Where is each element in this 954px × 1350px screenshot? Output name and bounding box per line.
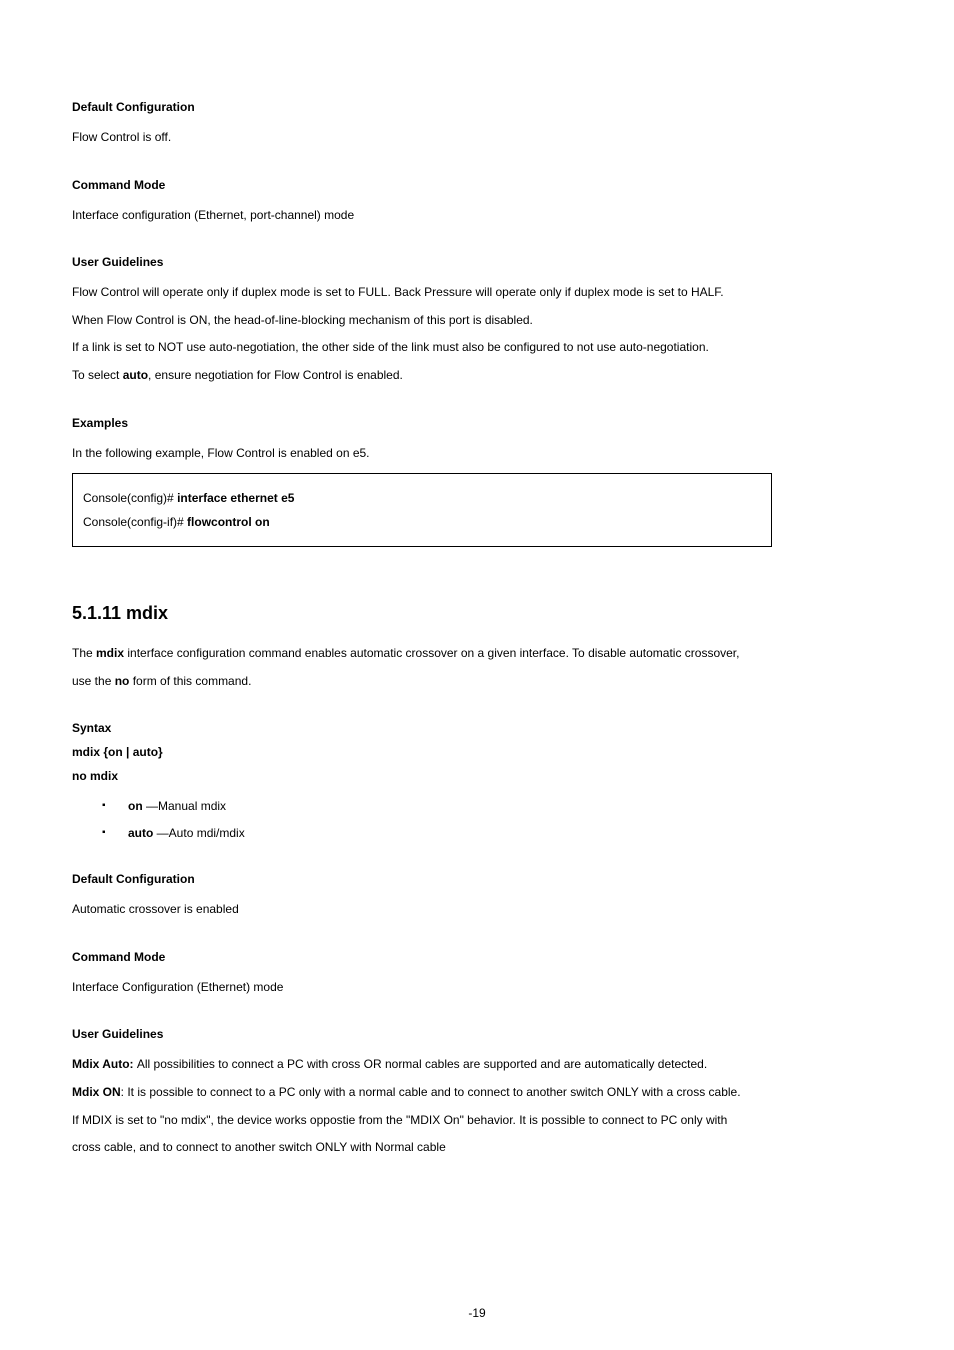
ug2-1: All possibilities to connect a PC with c… (137, 1057, 707, 1071)
ug1-line1: Flow Control will operate only if duplex… (72, 279, 882, 307)
bullet1-text: —Manual mdix (143, 799, 226, 813)
syntax-line-2: no mdix (72, 769, 882, 783)
code2a: Console(config-if)# (83, 515, 187, 529)
heading-command-mode-1: Command Mode (72, 178, 882, 192)
desc1bold: mdix (96, 646, 124, 660)
ug2-2: : It is possible to connect to a PC only… (121, 1085, 741, 1099)
ug1-line2: When Flow Control is ON, the head-of-lin… (72, 307, 882, 335)
desc1a: The (72, 646, 96, 660)
heading-user-guidelines-1: User Guidelines (72, 255, 882, 269)
code-line-1: Console(config)# interface ethernet e5 (83, 486, 761, 510)
ug1-line4: To select auto, ensure negotiation for F… (72, 362, 882, 390)
ug4-a: To select (72, 368, 123, 382)
ug4-b: , ensure negotiation for Flow Control is… (148, 368, 403, 382)
desc-line1: The mdix interface configuration command… (72, 640, 882, 668)
list-item-on: on —Manual mdix (102, 793, 882, 819)
syntax-line-1: mdix {on | auto} (72, 745, 882, 759)
desc-line2: use the no form of this command. (72, 668, 882, 696)
text-flow-off: Flow Control is off. (72, 124, 882, 152)
command-description: The mdix interface configuration command… (72, 640, 882, 695)
user-guidelines-block-1: Flow Control will operate only if duplex… (72, 279, 882, 389)
heading-examples: Examples (72, 416, 882, 430)
bullet2-bold: auto (128, 826, 153, 840)
text-dc2: Automatic crossover is enabled (72, 896, 882, 924)
code2b: flowcontrol on (187, 515, 270, 529)
ug2-line3: If MDIX is set to "no mdix", the device … (72, 1107, 882, 1135)
list-item-auto: auto —Auto mdi/mdix (102, 820, 882, 846)
ug2-line1: Mdix Auto: All possibilities to connect … (72, 1051, 882, 1079)
code1a: Console(config)# (83, 491, 177, 505)
code1b: interface ethernet e5 (177, 491, 294, 505)
bullet1-bold: on (128, 799, 143, 813)
example-intro: In the following example, Flow Control i… (72, 440, 882, 468)
heading-syntax: Syntax (72, 721, 882, 735)
user-guidelines-block-2: Mdix Auto: All possibilities to connect … (72, 1051, 882, 1161)
heading-command-mode-2: Command Mode (72, 950, 882, 964)
bullet2-text: —Auto mdi/mdix (153, 826, 244, 840)
heading-default-config-2: Default Configuration (72, 872, 882, 886)
ug2-line2: Mdix ON: It is possible to connect to a … (72, 1079, 882, 1107)
desc2a: use the (72, 674, 115, 688)
ug2-line4: cross cable, and to connect to another s… (72, 1134, 882, 1162)
desc2bold: no (115, 674, 130, 688)
bullet-list: on —Manual mdix auto —Auto mdi/mdix (102, 793, 882, 846)
code-line-2: Console(config-if)# flowcontrol on (83, 510, 761, 534)
heading-user-guidelines-2: User Guidelines (72, 1027, 882, 1041)
desc1b: interface configuration command enables … (124, 646, 739, 660)
heading-default-config-1: Default Configuration (72, 100, 882, 114)
desc2b: form of this command. (129, 674, 251, 688)
ug1-line3: If a link is set to NOT use auto-negotia… (72, 334, 882, 362)
command-title: 5.1.11 mdix (72, 603, 882, 624)
text-mode-1: Interface configuration (Ethernet, port-… (72, 202, 882, 230)
code-box: Console(config)# interface ethernet e5 C… (72, 473, 772, 547)
page-number: -19 (0, 1306, 954, 1320)
text-mode-2: Interface Configuration (Ethernet) mode (72, 974, 882, 1002)
ug2-1-bold: Mdix Auto: (72, 1057, 137, 1071)
ug4-bold: auto (123, 368, 148, 382)
ug2-2-bold: Mdix ON (72, 1085, 121, 1099)
